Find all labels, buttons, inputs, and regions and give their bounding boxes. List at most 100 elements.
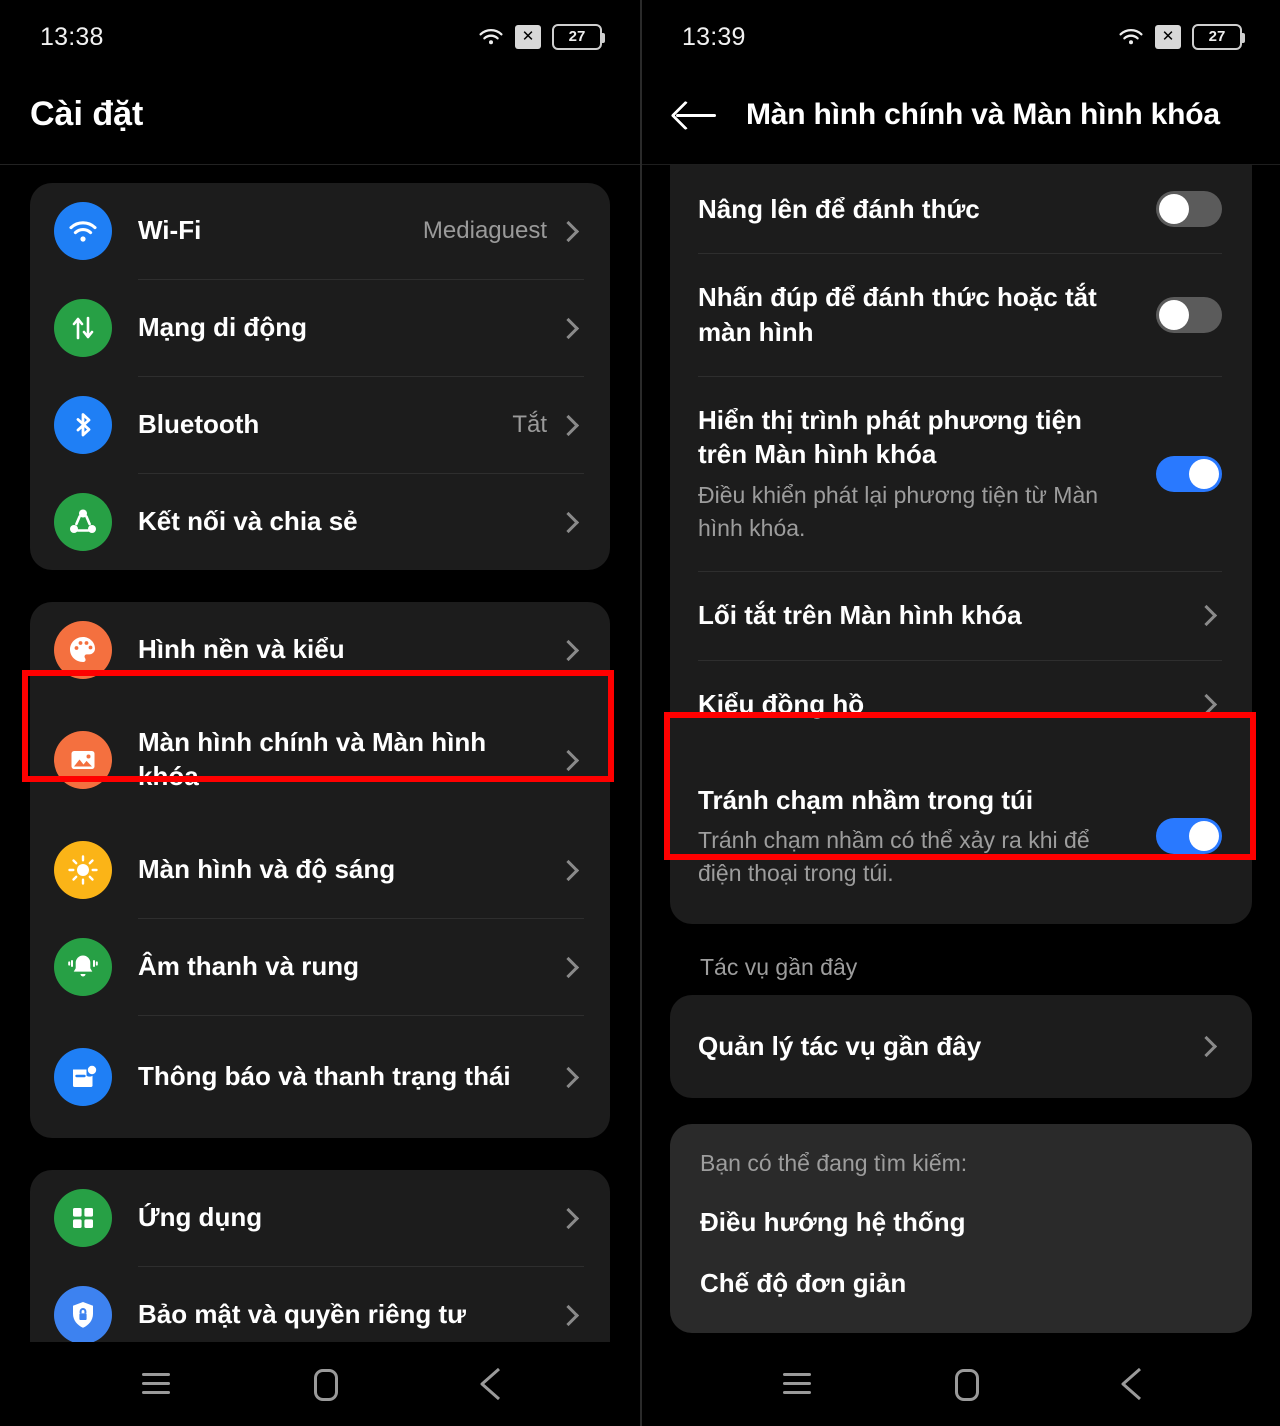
status-icons: ✕ 27	[1118, 24, 1245, 50]
setting-title: Quản lý tác vụ gần đây	[698, 1030, 982, 1061]
chevron-right-icon	[557, 220, 580, 242]
image-icon	[54, 731, 112, 789]
suggestion-system-navigation[interactable]: Điều hướng hệ thống	[700, 1207, 1222, 1238]
sidebar-item-value: Tắt	[512, 411, 547, 438]
palette-icon	[54, 621, 112, 679]
sidebar-item-label: Thông báo và thanh trạng thái	[138, 1061, 511, 1092]
toggle-media-player[interactable]	[1156, 455, 1222, 492]
chevron-right-icon	[557, 317, 580, 339]
setting-subtitle: Điều khiển phát lại phương tiện từ Màn h…	[698, 482, 1099, 541]
sidebar-item-label: Ứng dụng	[138, 1202, 263, 1233]
lock-screen-settings-card: Nâng lên để đánh thức Nhấn đúp để đánh t…	[670, 165, 1252, 924]
shield-lock-icon	[54, 1286, 112, 1344]
setting-title: Kiểu đồng hồ	[698, 689, 865, 720]
battery-level: 27	[568, 28, 586, 45]
system-navigation-bar-left	[0, 1342, 640, 1426]
sidebar-item-display-brightness[interactable]: Màn hình và độ sáng	[30, 822, 610, 918]
setting-row-double-tap[interactable]: Nhấn đúp để đánh thức hoặc tắt màn hình	[670, 254, 1252, 376]
sidebar-item-label: Màn hình và độ sáng	[138, 854, 396, 885]
sim-x-icon: ✕	[1155, 25, 1181, 49]
search-suggestions-card: Bạn có thể đang tìm kiếm: Điều hướng hệ …	[670, 1123, 1252, 1333]
chevron-right-icon	[557, 956, 580, 978]
sidebar-item-label: Hình nền và kiểu	[138, 634, 345, 665]
recents-menu-icon[interactable]	[138, 1366, 174, 1402]
back-arrow-icon[interactable]	[674, 98, 718, 132]
home-icon[interactable]	[314, 1369, 338, 1401]
back-triangle-icon[interactable]	[478, 1366, 502, 1402]
status-clock: 13:38	[40, 22, 104, 51]
settings-group-display: Hình nền và kiểu Màn hình chính và Màn h…	[30, 602, 610, 1138]
chevron-right-icon	[557, 639, 580, 661]
setting-row-raise-to-wake[interactable]: Nâng lên để đánh thức	[670, 165, 1252, 253]
recent-tasks-card: Quản lý tác vụ gần đây	[670, 994, 1252, 1098]
bell-icon	[54, 938, 112, 996]
apps-grid-icon	[54, 1189, 112, 1247]
setting-title: Lối tắt trên Màn hình khóa	[698, 600, 1022, 631]
settings-group-connectivity: Wi-Fi Mediaguest Mạng di động Bluetooth …	[30, 183, 610, 570]
chevron-right-icon	[557, 414, 580, 436]
sidebar-item-sound-vibration[interactable]: Âm thanh và rung	[30, 919, 610, 1015]
setting-row-media-player[interactable]: Hiển thị trình phát phương tiện trên Màn…	[670, 377, 1252, 571]
sidebar-item-value: Mediaguest	[422, 217, 547, 244]
setting-title: Hiển thị trình phát phương tiện trên Màn…	[698, 404, 1082, 470]
battery-level: 27	[1208, 28, 1226, 45]
sidebar-item-label: Kết nối và chia sẻ	[138, 506, 358, 537]
section-label-recent-tasks: Tác vụ gần đây	[700, 953, 858, 980]
setting-subtitle: Tránh chạm nhầm có thể xảy ra khi để điệ…	[698, 827, 1090, 887]
system-navigation-bar-right	[642, 1342, 1280, 1426]
chevron-right-icon	[1195, 1035, 1218, 1057]
recents-menu-icon[interactable]	[779, 1366, 815, 1402]
detail-settings-list: Nâng lên để đánh thức Nhấn đúp để đánh t…	[642, 165, 1280, 1333]
sidebar-item-label: Wi-Fi	[138, 215, 202, 246]
page-title: Cài đặt	[30, 94, 144, 133]
setting-title: Nâng lên để đánh thức	[698, 193, 980, 224]
sidebar-item-wifi[interactable]: Wi-Fi Mediaguest	[30, 183, 610, 279]
battery-icon: 27	[552, 24, 605, 50]
toggle-pocket-mode[interactable]	[1156, 818, 1222, 855]
sun-icon	[54, 841, 112, 899]
sidebar-item-label: Bảo mật và quyền riêng tư	[138, 1299, 467, 1330]
setting-row-clock-style[interactable]: Kiểu đồng hồ	[670, 661, 1252, 749]
detail-header: Màn hình chính và Màn hình khóa	[642, 74, 1280, 165]
sidebar-item-notification-statusbar[interactable]: Thông báo và thanh trạng thái	[30, 1016, 610, 1138]
chevron-right-icon	[557, 1304, 580, 1326]
sidebar-item-home-and-lock-screen[interactable]: Màn hình chính và Màn hình khóa	[30, 698, 610, 822]
bluetooth-icon	[54, 396, 112, 454]
status-bar-right: 13:39 ✕ 27	[642, 0, 1280, 74]
sidebar-item-label: Màn hình chính và Màn hình khóa	[138, 727, 487, 791]
toggle-double-tap[interactable]	[1156, 296, 1222, 333]
wifi-icon	[1118, 27, 1144, 47]
setting-row-manage-recent-tasks[interactable]: Quản lý tác vụ gần đây	[670, 995, 1252, 1098]
dual-screenshot-container: 13:38 ✕ 27 Cài đặt Wi-Fi Mediaguest Mạng…	[0, 0, 1280, 1426]
wifi-icon	[478, 27, 504, 47]
status-clock: 13:39	[682, 22, 746, 51]
sidebar-item-label: Bluetooth	[138, 409, 260, 440]
toggle-raise-to-wake[interactable]	[1156, 191, 1222, 227]
chevron-right-icon	[557, 1207, 580, 1229]
status-bar-left: 13:38 ✕ 27	[0, 0, 640, 74]
sidebar-item-apps[interactable]: Ứng dụng	[30, 1170, 610, 1266]
suggestions-heading: Bạn có thể đang tìm kiếm:	[700, 1149, 968, 1176]
suggestion-simple-mode[interactable]: Chế độ đơn giản	[700, 1268, 1222, 1299]
sidebar-item-mobile-network[interactable]: Mạng di động	[30, 280, 610, 376]
setting-row-pocket-mode[interactable]: Tránh chạm nhầm trong túi Tránh chạm nhầ…	[670, 749, 1252, 924]
status-icons: ✕ 27	[478, 24, 605, 50]
sidebar-item-label: Âm thanh và rung	[138, 951, 360, 982]
chevron-right-icon	[557, 1066, 580, 1088]
detail-page-title: Màn hình chính và Màn hình khóa	[746, 98, 1220, 131]
back-triangle-icon[interactable]	[1119, 1366, 1143, 1402]
sim-x-icon: ✕	[515, 25, 541, 49]
sidebar-item-wallpaper-style[interactable]: Hình nền và kiểu	[30, 602, 610, 698]
settings-list: Wi-Fi Mediaguest Mạng di động Bluetooth …	[0, 183, 640, 1426]
sidebar-item-connection-sharing[interactable]: Kết nối và chia sẻ	[30, 474, 610, 570]
setting-row-lock-screen-shortcuts[interactable]: Lối tắt trên Màn hình khóa	[670, 572, 1252, 660]
settings-screen: 13:38 ✕ 27 Cài đặt Wi-Fi Mediaguest Mạng…	[0, 0, 640, 1426]
notification-icon	[54, 1048, 112, 1106]
wifi-icon	[54, 202, 112, 260]
chevron-right-icon	[1195, 605, 1218, 627]
sidebar-item-bluetooth[interactable]: Bluetooth Tắt	[30, 377, 610, 473]
cellular-icon	[54, 299, 112, 357]
setting-title: Tránh chạm nhầm trong túi	[698, 784, 1034, 815]
home-icon[interactable]	[955, 1369, 979, 1401]
sidebar-item-label: Mạng di động	[138, 312, 307, 343]
